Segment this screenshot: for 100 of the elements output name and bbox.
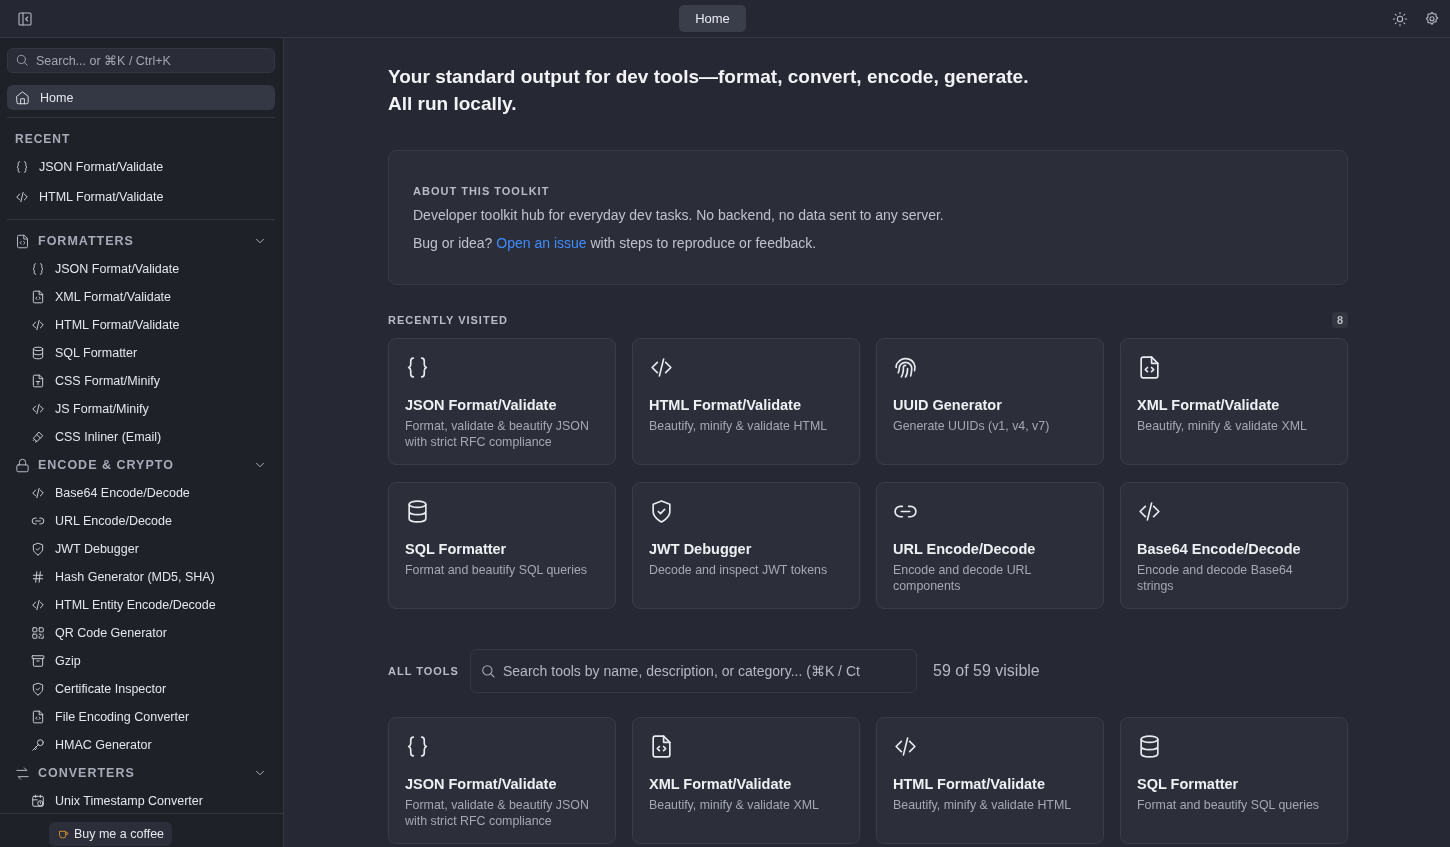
sidebar-toggle-button[interactable] [17,10,33,27]
search-icon [15,53,29,67]
sidebar-item[interactable]: HTML Format/Validate [7,311,275,339]
sidebar-item[interactable]: CSS Inliner (Email) [7,423,275,451]
panel-title: ABOUT THIS TOOLKIT [413,185,551,197]
tool-title: URL Encode/Decode [893,541,1037,557]
tool-card[interactable]: URL Encode/Decode Encode and decode URL components [876,482,1104,609]
search-icon [480,663,496,679]
sidebar-item[interactable]: CSS Format/Minify [7,367,275,395]
braces-icon [405,355,430,380]
tool-description: Format, validate & beautify JSON with strict RFC compliance [405,418,590,450]
hash-icon [31,570,45,584]
feedback-text: Bug or idea? Open an issue with steps to reproduce or feedback. [413,235,818,251]
sidebar-item[interactable]: JSON Format/Validate [7,255,275,283]
shield-check-icon [31,542,45,556]
tool-card[interactable]: HTML Format/Validate Beautify, minify & validate HTML [632,338,860,465]
tool-card[interactable]: JWT Debugger Decode and inspect JWT tokens [632,482,860,609]
calendar-clock-icon [31,794,45,808]
tool-card[interactable]: HTML Format/Validate Beautify, minify & validate HTML [876,717,1104,844]
settings-icon [1424,10,1440,27]
section-label: ALL TOOLS [388,665,460,677]
tool-title: SQL Formatter [1137,776,1240,792]
database-icon [1137,734,1162,759]
open-issue-link[interactable]: Open an issue [496,235,587,251]
database-icon [405,499,430,524]
brush-icon [31,430,45,444]
tool-card[interactable]: XML Format/Validate Beautify, minify & validate XML [1120,338,1348,465]
sidebar-item[interactable]: File Encoding Converter [7,703,275,731]
search-field[interactable]: Search... or ⌘K / Ctrl+K [7,48,275,73]
sidebar-item[interactable]: Unix Timestamp Converter [7,787,275,813]
tool-card[interactable]: XML Format/Validate Beautify, minify & validate XML [632,717,860,844]
about-text: Developer toolkit hub for everyday dev tasks. No backend, no data sent to any server. [413,207,945,223]
code-icon [31,598,45,612]
shield-check-icon [31,682,45,696]
sidebar-item[interactable]: HTML Entity Encode/Decode [7,591,275,619]
tool-description: Format and beautify SQL queries [1137,797,1321,813]
buy-coffee-button[interactable]: Buy me a coffee [48,821,173,846]
tool-description: Encode and decode URL components [893,562,1032,594]
sidebar-item[interactable]: QR Code Generator [7,619,275,647]
tool-search-field[interactable]: Search tools by name, description, or category... (⌘K / Ct [470,649,917,693]
sidebar-item[interactable]: JWT Debugger [7,535,275,563]
code-file-icon [649,734,674,759]
tool-title: HTML Format/Validate [893,776,1046,792]
tool-card[interactable]: SQL Formatter Format and beautify SQL queries [388,482,616,609]
sidebar-item[interactable]: Hash Generator (MD5, SHA) [7,563,275,591]
category-header[interactable]: CONVERTERS [7,759,275,787]
fingerprint-icon [893,355,918,380]
code-file-icon [1137,355,1162,380]
code-icon [15,190,29,204]
sidebar-item[interactable]: URL Encode/Decode [7,507,275,535]
archive-icon [31,654,45,668]
tool-title: HTML Format/Validate [649,397,802,413]
section-label: RECENT [14,131,72,148]
text-file-icon [31,374,45,388]
code-icon [893,734,918,759]
code-icon [31,318,45,332]
visible-count: 59 of 59 visible [933,662,1040,680]
tool-title: XML Format/Validate [1137,397,1281,413]
page-headline: Your standard output for dev tools—format, convert, encode, generate. All run locally. [388,65,1030,116]
code-file-icon [31,710,45,724]
home-nav-item[interactable]: Home [7,85,275,110]
sidebar-item[interactable]: SQL Formatter [7,339,275,367]
section-label: RECENTLY VISITED [388,314,508,326]
tool-card[interactable]: JSON Format/Validate Format, validate & beautify JSON with strict RFC compliance [388,717,616,844]
code-icon [649,355,674,380]
sidebar-item[interactable]: HMAC Generator [7,731,275,759]
shield-check-icon [649,499,674,524]
tool-card[interactable]: Base64 Encode/Decode Encode and decode Base64 strings [1120,482,1348,609]
home-tab[interactable]: Home [679,5,746,32]
category-header[interactable]: ENCODE & CRYPTO [7,451,275,479]
sidebar-item[interactable]: JS Format/Minify [7,395,275,423]
sidebar-item[interactable]: JSON Format/Validate [7,152,275,182]
home-icon [15,90,30,105]
tool-title: JWT Debugger [649,541,753,557]
sidebar-item[interactable]: Gzip [7,647,275,675]
link-icon [31,514,45,528]
tool-card[interactable]: UUID Generator Generate UUIDs (v1, v4, v7) [876,338,1104,465]
sidebar-item[interactable]: HTML Format/Validate [7,182,275,212]
tool-title: JSON Format/Validate [405,776,558,792]
lock-icon [15,457,30,473]
tool-description: Decode and inspect JWT tokens [649,562,829,578]
tool-card[interactable]: JSON Format/Validate Format, validate & beautify JSON with strict RFC compliance [388,338,616,465]
settings-button[interactable] [1424,10,1440,27]
sidebar-item[interactable]: Base64 Encode/Decode [7,479,275,507]
theme-toggle-button[interactable] [1392,10,1408,27]
code-file-icon [31,290,45,304]
tool-title: Base64 Encode/Decode [1137,541,1302,557]
tool-title: UUID Generator [893,397,1003,413]
count-badge: 8 [1331,312,1348,328]
tool-description: Beautify, minify & validate XML [649,797,820,813]
category-header[interactable]: FORMATTERS [7,227,275,255]
sidebar-item[interactable]: Certificate Inspector [7,675,275,703]
tool-card[interactable]: SQL Formatter Format and beautify SQL queries [1120,717,1348,844]
tool-description: Beautify, minify & validate XML [1137,418,1308,434]
code-icon [1137,499,1162,524]
sidebar-item[interactable]: XML Format/Validate [7,283,275,311]
tool-title: SQL Formatter [405,541,508,557]
code-file-icon [15,233,30,249]
tool-description: Encode and decode Base64 strings [1137,562,1294,594]
braces-icon [15,160,29,174]
